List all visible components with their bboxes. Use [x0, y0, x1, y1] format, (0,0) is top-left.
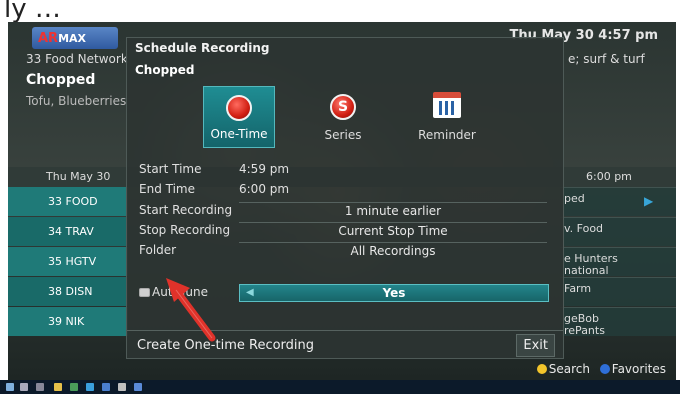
channel-row[interactable]: 34 TRAV [8, 217, 128, 246]
channel-row[interactable]: 39 NIK [8, 307, 128, 336]
one-time-button[interactable]: One-Time [203, 86, 275, 148]
program-channel: 33 Food Network [26, 52, 128, 66]
dialog-show-title: Chopped [135, 63, 195, 77]
os-taskbar [0, 380, 680, 394]
start-recording-selector[interactable]: 1 minute earlier [239, 202, 547, 219]
channel-row[interactable]: 38 DISN [8, 277, 128, 306]
schedule-recording-dialog: Schedule Recording Chopped One-Time S Se… [126, 37, 564, 359]
guide-time-slot: 6:00 pm [586, 170, 632, 183]
folder-selector[interactable]: All Recordings [239, 242, 547, 259]
folder-label: Folder [139, 243, 177, 257]
caption-strip: ly … [0, 0, 680, 22]
logo-prefix: AR [38, 31, 59, 46]
guide-program-cell[interactable]: e Hunters national [560, 247, 676, 277]
create-recording-button[interactable]: Create One-time Recording [137, 338, 314, 353]
end-time-label: End Time [139, 182, 195, 196]
store-icon[interactable] [102, 383, 110, 391]
browser-icon[interactable] [86, 383, 94, 391]
color-key-legend: Search Favorites [531, 362, 666, 376]
next-page-arrow-icon[interactable]: ▶ [644, 194, 653, 208]
search-legend: Search [548, 362, 590, 376]
tv-icon [139, 288, 150, 297]
guide-program-cell[interactable]: geBob rePants [560, 307, 676, 337]
dialog-footer: Create One-time Recording Exit [127, 330, 563, 358]
program-description: Tofu, Blueberries [26, 94, 127, 108]
guide-program-cell[interactable]: Farm [560, 277, 676, 306]
stop-recording-label: Stop Recording [139, 223, 231, 237]
search-icon[interactable] [20, 383, 28, 391]
logo-text: MAX [58, 32, 87, 45]
file-explorer-icon[interactable] [54, 383, 62, 391]
app-icon[interactable] [70, 383, 78, 391]
tv-screen: ARMAX Thu May 30 4:57 pm 33 Food Network… [8, 22, 676, 380]
start-recording-label: Start Recording [139, 203, 233, 217]
dialog-title: Schedule Recording [135, 41, 270, 55]
autotune-label-wrap: AutoTune [139, 285, 208, 299]
start-icon[interactable] [6, 383, 14, 391]
reminder-button[interactable]: Reminder [411, 86, 483, 148]
blue-dot-icon [599, 364, 610, 374]
guide-program-cell[interactable]: v. Food [560, 217, 676, 246]
autotune-label: AutoTune [152, 285, 208, 299]
autotune-value: Yes [382, 286, 406, 300]
series-button[interactable]: S Series [307, 86, 379, 148]
record-icon [226, 95, 252, 121]
series-label: Series [324, 128, 362, 142]
stop-recording-selector[interactable]: Current Stop Time [239, 222, 547, 239]
favorites-legend: Favorites [611, 362, 666, 376]
guide-date: Thu May 30 [46, 170, 111, 183]
autotune-selector[interactable]: ◀ Yes [239, 284, 549, 302]
channel-row[interactable]: 33 FOOD [8, 187, 128, 216]
program-title: Chopped [26, 72, 96, 88]
media-icon[interactable] [118, 383, 126, 391]
left-arrow-icon[interactable]: ◀ [246, 285, 254, 301]
series-icon: S [330, 94, 356, 120]
one-time-label: One-Time [210, 127, 268, 141]
task-view-icon[interactable] [36, 383, 44, 391]
program-info: 33 Food Network Chopped Tofu, Blueberrie… [26, 52, 136, 108]
yellow-dot-icon [536, 364, 547, 374]
start-time-value: 4:59 pm [239, 162, 290, 176]
reminder-label: Reminder [418, 128, 476, 142]
channel-row[interactable]: 35 HGTV [8, 247, 128, 276]
exit-button[interactable]: Exit [516, 334, 555, 357]
program-description-right: e; surf & turf [568, 52, 645, 66]
calendar-icon [433, 92, 461, 118]
end-time-value: 6:00 pm [239, 182, 290, 196]
start-time-label: Start Time [139, 162, 202, 176]
window-icon[interactable] [134, 383, 142, 391]
guide-program-cell[interactable]: ped [560, 187, 676, 216]
provider-logo: ARMAX [32, 27, 118, 49]
